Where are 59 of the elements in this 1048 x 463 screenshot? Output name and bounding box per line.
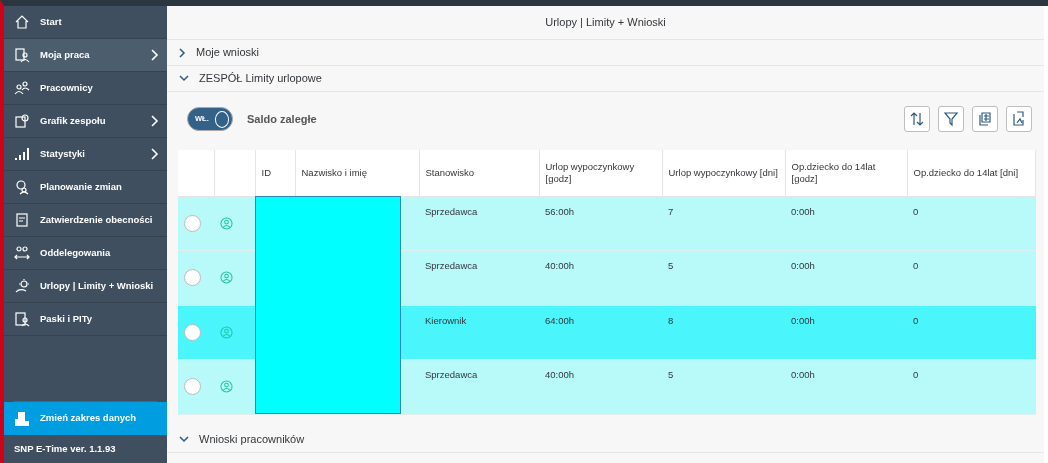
- user-icon: [220, 325, 233, 339]
- table-cell: Sprzedawca: [419, 359, 539, 414]
- table-cell: 0: [907, 196, 1036, 251]
- filter-button[interactable]: [938, 106, 964, 132]
- sort-button[interactable]: [904, 106, 930, 132]
- column-header: Op.dziecko do 14lat [godz]: [785, 150, 907, 196]
- table-cell: 40:00h: [539, 359, 662, 414]
- table-document-icon: [977, 111, 993, 127]
- person-clock-icon: [14, 179, 30, 195]
- home-icon: [14, 14, 30, 30]
- section-header[interactable]: Wnioski pracowników: [167, 426, 1044, 453]
- export-document-button[interactable]: [1006, 106, 1032, 132]
- document-icon: [14, 212, 30, 228]
- chevron-down-icon: [179, 75, 189, 82]
- chevron-right-icon: [179, 47, 186, 58]
- table-cell: 56:00h: [539, 196, 662, 251]
- building-icon: [14, 410, 30, 427]
- table-cell: 0:00h: [785, 196, 907, 251]
- person-board-icon: [14, 47, 30, 63]
- table-cell: 5: [662, 250, 785, 305]
- sort-icon: [909, 111, 925, 127]
- table-cell: Sprzedawca: [419, 196, 539, 251]
- section-header[interactable]: Moje wnioski: [167, 40, 1044, 66]
- filter-icon: [943, 111, 959, 127]
- table-cell: 0: [907, 305, 1036, 360]
- table-cell: Sprzedawca: [419, 250, 539, 305]
- table-cell: 0: [907, 359, 1036, 414]
- column-header: Stanowisko: [419, 150, 539, 196]
- document-export-icon: [1011, 111, 1027, 127]
- table-cell: 7: [662, 196, 785, 251]
- table-cell: 0:00h: [785, 250, 907, 305]
- table-cell: 0:00h: [785, 305, 907, 360]
- people-icon: [14, 80, 30, 96]
- chevron-down-icon: [179, 435, 189, 443]
- column-header: Op.dziecko do 14lat [dni]: [907, 150, 1036, 196]
- radio-button[interactable]: [184, 214, 201, 232]
- bar-chart-icon: [14, 146, 30, 162]
- sidebar-item[interactable]: Moja praca: [4, 39, 167, 72]
- column-header: Urlop wypoczynkowy [dni]: [662, 150, 785, 196]
- user-icon: [220, 380, 233, 393]
- version-text: SNP E-Time ver. 1.1.93: [13, 441, 117, 456]
- export-table-button[interactable]: [972, 106, 998, 132]
- radio-button[interactable]: [184, 323, 201, 341]
- table-cell: 64:00h: [539, 305, 662, 360]
- radio-button[interactable]: [184, 269, 201, 286]
- table-cell: 0: [907, 250, 1036, 305]
- section-header[interactable]: ZESPÓŁ Limity urlopowe: [167, 66, 1044, 92]
- column-header: Urlop wypoczynkowy [godz]: [539, 150, 662, 196]
- toolbar-title: Saldo zaległe: [247, 111, 317, 127]
- table-cell: 0:00h: [785, 359, 907, 414]
- table-cell: Kierownik: [419, 305, 539, 360]
- table-cell: 40:00h: [539, 250, 662, 305]
- user-icon: [220, 271, 233, 284]
- user-icon: [220, 216, 233, 230]
- table-cell: 5: [662, 359, 785, 414]
- table-cell: 8: [662, 305, 785, 360]
- payslip-icon: [14, 311, 30, 327]
- radio-button[interactable]: [184, 378, 201, 395]
- people-arrows-icon: [14, 245, 30, 261]
